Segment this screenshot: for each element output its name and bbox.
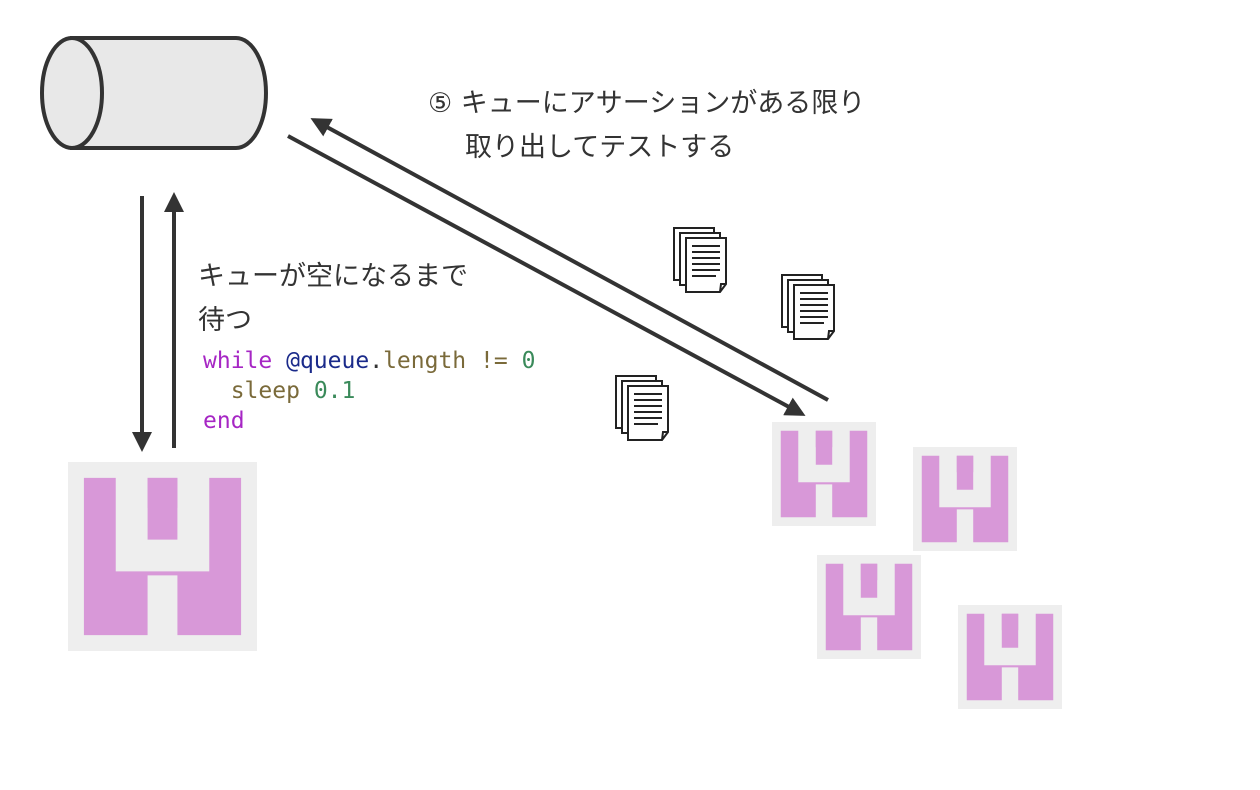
code-keyword: end bbox=[203, 408, 245, 434]
code-method: length bbox=[383, 348, 467, 374]
worker-logo-icon bbox=[817, 555, 921, 659]
assertion-document-icon bbox=[673, 227, 727, 293]
code-number: 0 bbox=[521, 348, 536, 374]
queue-database-icon bbox=[40, 36, 268, 150]
assertion-document-icon bbox=[615, 375, 669, 441]
step5-label-line1: ⑤ キューにアサーションがある限り bbox=[428, 88, 866, 119]
step5-label-line2: 取り出してテストする bbox=[465, 132, 735, 163]
code-keyword: while bbox=[203, 348, 273, 374]
code-operator: != bbox=[480, 348, 508, 374]
wait-code-block: while @queue.length != 0 sleep 0.1 end bbox=[203, 346, 535, 436]
code-line-end: end bbox=[203, 406, 535, 436]
worker-logo-icon bbox=[772, 422, 876, 526]
code-line-while: while @queue.length != 0 bbox=[203, 346, 535, 376]
wait-label-line2: 待つ bbox=[198, 305, 252, 336]
assertion-document-icon bbox=[781, 274, 835, 340]
code-line-sleep: sleep 0.1 bbox=[203, 376, 535, 406]
worker-logo-icon bbox=[958, 605, 1062, 709]
worker-logo-icon bbox=[913, 447, 1017, 551]
code-method: sleep bbox=[230, 378, 300, 404]
main-process-logo-icon bbox=[68, 462, 257, 651]
code-dot: . bbox=[369, 348, 384, 374]
code-number: 0.1 bbox=[313, 378, 356, 404]
code-instance-variable: @queue bbox=[286, 348, 370, 374]
wait-label-line1: キューが空になるまで bbox=[198, 261, 468, 292]
